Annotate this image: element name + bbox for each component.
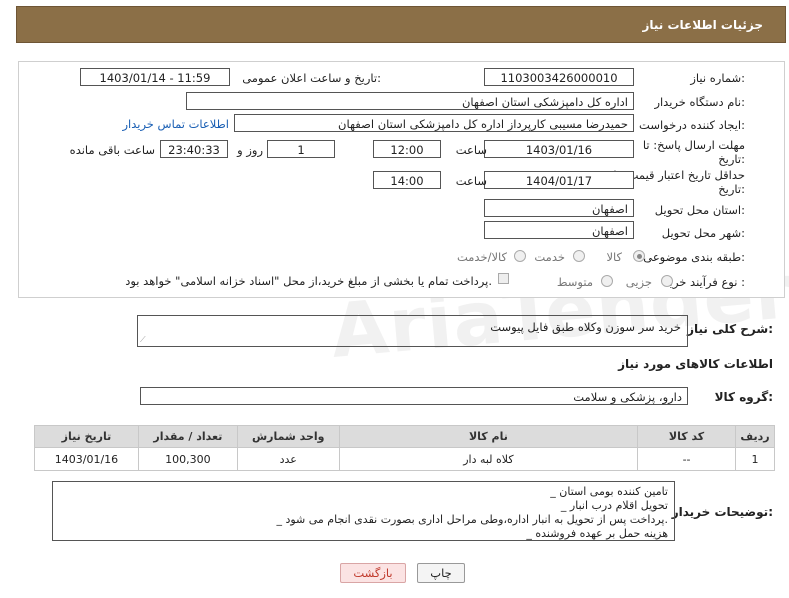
note-line-4: _ هزینه حمل بر عهده فروشنده xyxy=(526,527,668,540)
buyer-org-label: نام دستگاه خریدار: xyxy=(654,95,745,109)
price-date-field: 1404/01/17 xyxy=(484,171,634,189)
province-field: اصفهان xyxy=(484,199,634,217)
cell-unit: عدد xyxy=(236,447,340,471)
reply-deadline-label: مهلت ارسال پاسخ: تا xyxy=(642,138,745,152)
buyer-notes-box: _ تامین کننده بومی استان _ تحویل اقلام د… xyxy=(52,481,675,541)
city-label: شهر محل تحویل: xyxy=(661,226,745,240)
summary-text: خرید سر سوزن وکلاه طبق فایل پیوست xyxy=(490,320,681,334)
col-need-date: تاریخ نیاز xyxy=(34,425,139,448)
process-minor-label: جزیی xyxy=(625,275,652,289)
note-line-1: _ تامین کننده بومی استان xyxy=(550,485,668,498)
buyer-notes-label: توضیحات خریدار: xyxy=(671,505,773,519)
col-item-code: کد کالا xyxy=(637,425,736,448)
treasury-payment-checkbox[interactable] xyxy=(498,273,509,284)
goods-group-field: دارو، پزشکی و سلامت xyxy=(140,387,688,405)
table-row: 1403/01/16 100,300 عدد کلاه لبه دار -- 1 xyxy=(34,447,776,471)
reply-time-field: 12:00 xyxy=(373,140,441,158)
need-number-field: 1103003426000010 xyxy=(484,68,634,86)
reply-deadline-date-label: تاریخ: xyxy=(718,152,745,166)
goods-section-title: اطلاعات کالاهای مورد نیاز xyxy=(618,357,773,371)
summary-label: شرح کلی نیاز: xyxy=(687,322,773,336)
cell-need-date: 1403/01/16 xyxy=(34,447,139,471)
page-header: جزئیات اطلاعات نیاز xyxy=(16,6,786,43)
cell-item-name: کلاه لبه دار xyxy=(338,447,639,471)
price-time-label: ساعت xyxy=(455,174,487,188)
col-row-number: ردیف xyxy=(734,425,776,448)
remaining-time-label: ساعت باقی مانده xyxy=(69,143,155,157)
reply-time-label: ساعت xyxy=(455,143,487,157)
note-line-3: _ پرداخت پس از تحویل به انبار اداره،وطی … xyxy=(276,513,668,526)
category-both-label: کالا/خدمت xyxy=(456,250,507,264)
goods-table-header: تاریخ نیاز تعداد / مقدار واحد شمارش نام … xyxy=(34,425,776,448)
reply-date-field: 1403/01/16 xyxy=(484,140,634,158)
province-label: استان محل تحویل: xyxy=(654,203,745,217)
category-service-label: خدمت xyxy=(534,250,565,264)
creator-field: حمیدرضا مسیبی کارپرداز اداره کل دامپزشکی… xyxy=(234,114,634,132)
buyer-org-field: اداره کل دامپزشکی استان اصفهان xyxy=(186,92,634,110)
city-field: اصفهان xyxy=(484,221,634,239)
back-button[interactable]: بازگشت xyxy=(340,563,406,583)
buyer-contact-link[interactable]: اطلاعات تماس خریدار xyxy=(122,117,229,131)
days-label: روز و xyxy=(237,143,263,157)
cell-item-code: -- xyxy=(637,447,736,471)
need-number-label: شماره نیاز: xyxy=(690,71,745,85)
page-title: جزئیات اطلاعات نیاز xyxy=(642,18,763,32)
note-line-2: _ تحویل اقلام درب انبار xyxy=(560,499,668,512)
process-label: نوع فرآیند خرید : xyxy=(663,275,745,289)
print-button[interactable]: چاپ xyxy=(417,563,465,583)
price-time-field: 14:00 xyxy=(373,171,441,189)
goods-table: تاریخ نیاز تعداد / مقدار واحد شمارش نام … xyxy=(34,425,776,471)
announce-datetime-field: 1403/01/14 - 11:59 xyxy=(80,68,230,86)
summary-textbox: خرید سر سوزن وکلاه طبق فایل پیوست ⟋ xyxy=(137,315,688,347)
remaining-time-field: 23:40:33 xyxy=(160,140,228,158)
col-unit: واحد شمارش xyxy=(236,425,340,448)
category-both-radio[interactable] xyxy=(514,250,526,262)
cell-row-number: 1 xyxy=(734,447,776,471)
category-goods-radio[interactable] xyxy=(633,250,645,262)
cell-quantity: 100,300 xyxy=(137,447,238,471)
category-label: طبقه بندی موضوعی: xyxy=(643,250,745,264)
remaining-days-field: 1 xyxy=(267,140,335,158)
col-item-name: نام کالا xyxy=(338,425,639,448)
resize-grip-icon: ⟋ xyxy=(140,335,146,344)
goods-group-label: گروه کالا: xyxy=(714,390,773,404)
process-medium-label: متوسط xyxy=(556,275,593,289)
category-service-radio[interactable] xyxy=(573,250,585,262)
announce-datetime-label: تاریخ و ساعت اعلان عمومی: xyxy=(242,71,381,85)
col-quantity: تعداد / مقدار xyxy=(137,425,238,448)
process-minor-radio[interactable] xyxy=(661,275,673,287)
creator-label: ایجاد کننده درخواست: xyxy=(639,118,745,132)
category-goods-label: کالا xyxy=(606,250,622,264)
price-deadline-date-label: تاریخ: xyxy=(718,182,745,196)
treasury-payment-note: پرداخت تمام یا بخشی از مبلغ خرید،از محل … xyxy=(125,274,492,288)
process-medium-radio[interactable] xyxy=(601,275,613,287)
